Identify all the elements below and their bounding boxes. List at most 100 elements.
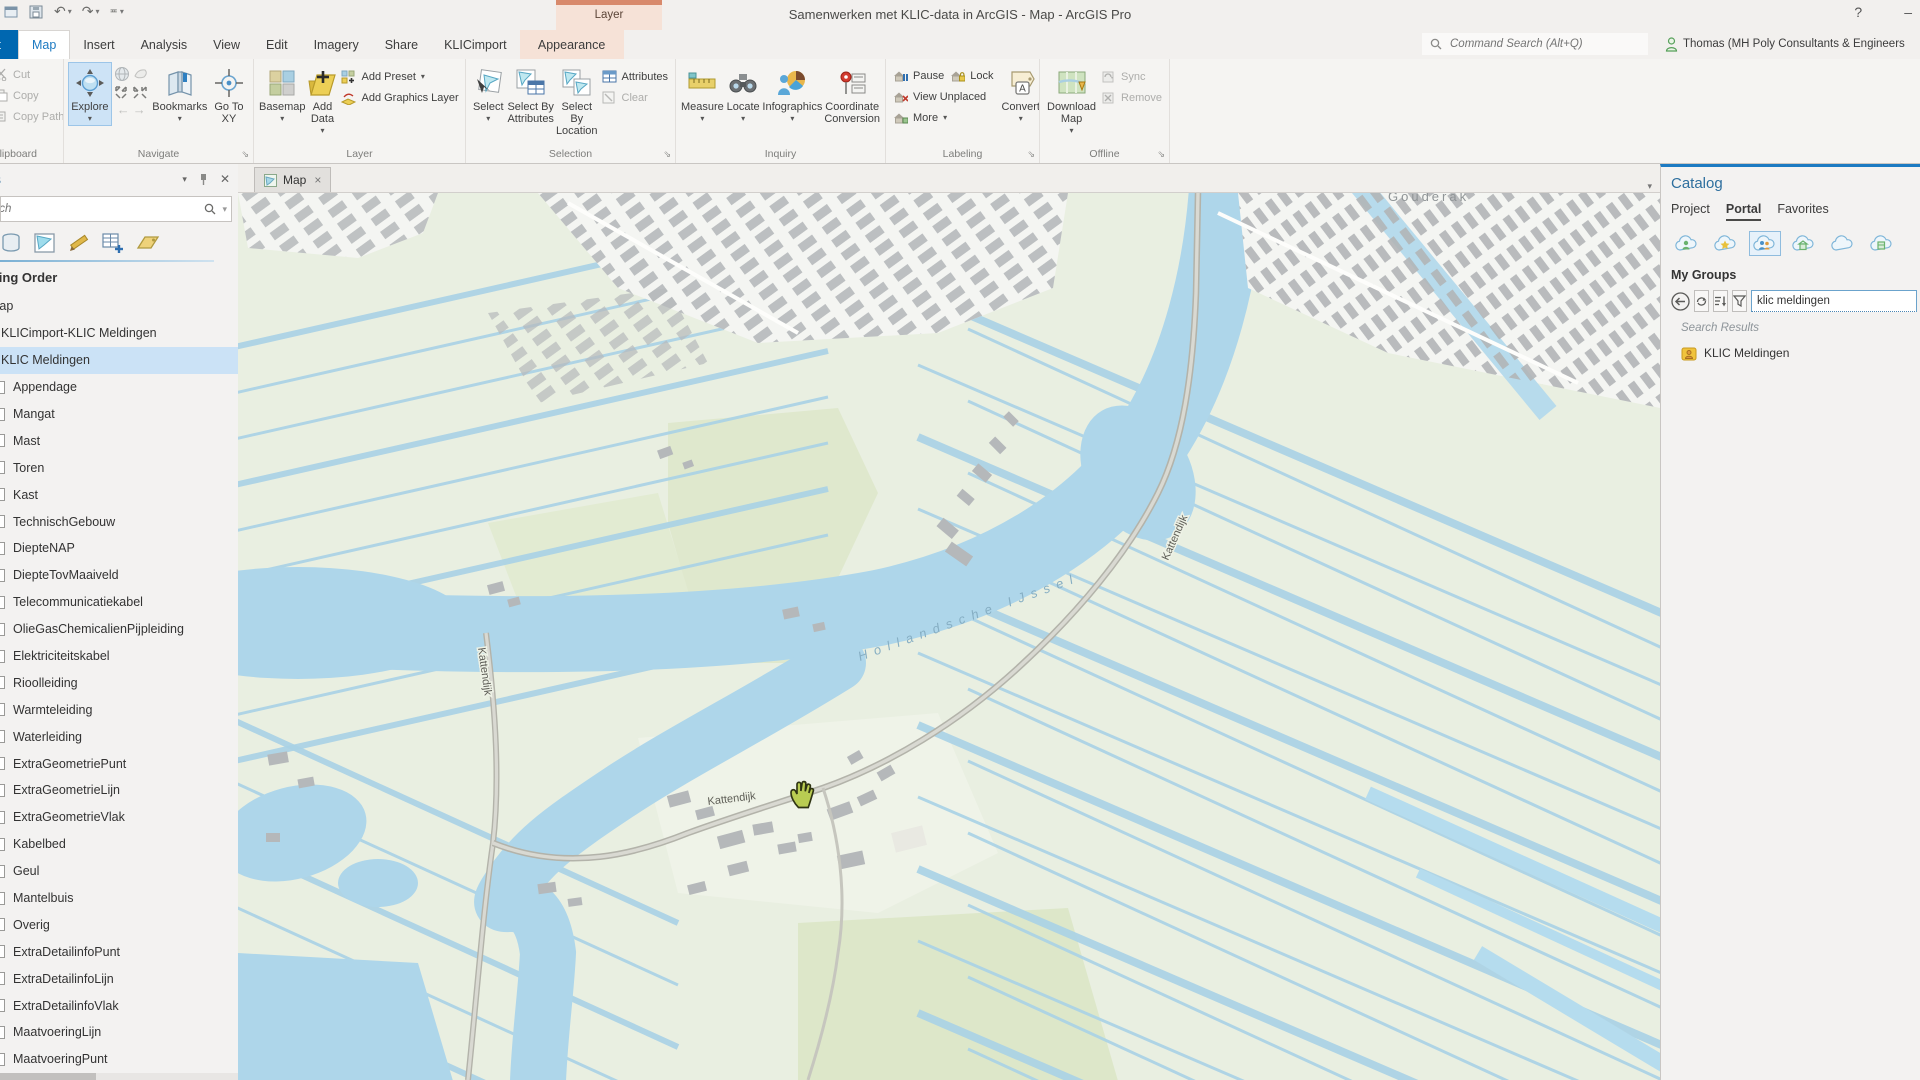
database-icon[interactable] xyxy=(0,232,22,254)
layer-item[interactable]: Appendage xyxy=(0,374,238,401)
layer-visibility-checkbox[interactable] xyxy=(0,434,5,447)
pin-icon[interactable] xyxy=(199,173,208,185)
layer-item[interactable]: DiepteNAP xyxy=(0,535,238,562)
layer-item[interactable]: DiepteTovMaaiveld xyxy=(0,562,238,589)
layer-item[interactable]: ExtraGeometriePunt xyxy=(0,750,238,777)
layer-item[interactable]: Kabelbed xyxy=(0,831,238,858)
layer-visibility-checkbox[interactable] xyxy=(0,488,5,501)
organization-cloud-icon[interactable] xyxy=(1788,231,1820,256)
layer-item[interactable]: Geul xyxy=(0,858,238,885)
help-button[interactable]: ? xyxy=(1854,4,1862,20)
filter-button[interactable] xyxy=(1732,290,1747,312)
groups-cloud-icon[interactable] xyxy=(1749,231,1781,256)
layer-item[interactable]: Rioolleiding xyxy=(0,669,238,696)
select-by-attributes-button[interactable]: Select By Attributes xyxy=(506,62,554,126)
layer-item[interactable]: Kast xyxy=(0,481,238,508)
layer-visibility-checkbox[interactable] xyxy=(0,381,5,394)
layer-item[interactable]: Waterleiding xyxy=(0,723,238,750)
layer-item[interactable]: MaatvoeringLijn xyxy=(0,1019,238,1046)
layer-item[interactable]: Map xyxy=(0,293,238,320)
measure-button[interactable]: Measure ▾ xyxy=(680,62,725,126)
previous-extent-globe-icon[interactable] xyxy=(133,66,149,82)
command-search[interactable] xyxy=(1422,33,1648,55)
catalog-tab[interactable]: Project xyxy=(1671,202,1710,221)
view-list-caret-icon[interactable]: ▾ xyxy=(1647,181,1652,192)
convert-labels-button[interactable]: A Convert ▾ xyxy=(1000,62,1040,126)
layer-visibility-checkbox[interactable] xyxy=(0,757,5,770)
favorites-cloud-icon[interactable] xyxy=(1710,231,1742,256)
command-search-input[interactable] xyxy=(1448,37,1622,51)
fixed-zoom-icons[interactable] xyxy=(114,85,148,99)
add-data-button[interactable]: Add Data ▾ xyxy=(306,62,338,138)
layer-item[interactable]: KLICimport-KLIC Meldingen xyxy=(0,320,238,347)
ribbon-tab[interactable]: Map xyxy=(18,30,70,59)
layer-visibility-checkbox[interactable] xyxy=(0,569,5,582)
layer-visibility-checkbox[interactable] xyxy=(0,623,5,636)
cut-button[interactable]: Cut xyxy=(0,64,64,85)
layer-visibility-checkbox[interactable] xyxy=(0,865,5,878)
add-preset-button[interactable]: Add Preset▾ xyxy=(338,66,461,87)
layer-visibility-checkbox[interactable] xyxy=(0,1026,5,1039)
ribbon-tab[interactable]: Imagery xyxy=(301,30,372,59)
map-canvas[interactable]: Gouderak Hollandsche IJssel Kattendijk K… xyxy=(238,193,1660,1080)
layer-item[interactable]: ExtraGeometrieLijn xyxy=(0,777,238,804)
ribbon-tab[interactable]: Insert xyxy=(70,30,127,59)
close-pane-icon[interactable]: ✕ xyxy=(220,172,230,186)
locate-button[interactable]: Locate ▾ xyxy=(725,62,762,126)
next-extent-icon[interactable]: → xyxy=(133,102,146,117)
layer-visibility-checkbox[interactable] xyxy=(0,542,5,555)
layer-item[interactable]: Warmteleiding xyxy=(0,696,238,723)
layer-item[interactable]: ExtraDetailinfoVlak xyxy=(0,992,238,1019)
infographics-button[interactable]: Infographics ▾ xyxy=(761,62,823,126)
basemap-button[interactable]: Basemap ▾ xyxy=(258,62,306,126)
layer-item[interactable]: Mangat xyxy=(0,401,238,428)
search-result-item[interactable]: KLIC Meldingen xyxy=(1681,342,1910,364)
close-view-icon[interactable]: × xyxy=(314,173,321,187)
remove-button[interactable]: Remove xyxy=(1099,87,1165,108)
layer-item[interactable]: Elektriciteitskabel xyxy=(0,643,238,670)
layer-visibility-checkbox[interactable] xyxy=(0,596,5,609)
contents-search[interactable]: ▾ xyxy=(0,196,232,222)
labeling-lock-button[interactable]: Lock xyxy=(947,65,996,86)
layer-visibility-checkbox[interactable] xyxy=(0,461,5,474)
navigate-dialog-launcher[interactable]: ⇘ xyxy=(241,149,249,160)
new-table-icon[interactable] xyxy=(102,232,124,254)
copy-button[interactable]: Copy xyxy=(0,85,64,106)
layer-visibility-checkbox[interactable] xyxy=(0,650,5,663)
sort-button[interactable] xyxy=(1713,290,1728,312)
layer-visibility-checkbox[interactable] xyxy=(0,676,5,689)
offline-dialog-launcher[interactable]: ⇘ xyxy=(1157,149,1165,160)
select-by-location-button[interactable]: Select By Location xyxy=(555,62,599,138)
labeling-more-button[interactable]: More▾ xyxy=(890,107,996,128)
tab-project[interactable]: Project xyxy=(0,30,18,59)
layer-visibility-checkbox[interactable] xyxy=(0,1053,5,1066)
ribbon-tab[interactable]: KLICimport xyxy=(431,30,520,59)
explore-button[interactable]: Explore ▾ xyxy=(68,62,112,126)
contents-search-input[interactable] xyxy=(0,202,177,216)
catalog-tab[interactable]: Portal xyxy=(1726,202,1761,221)
add-graphics-layer-button[interactable]: Add Graphics Layer xyxy=(338,87,461,108)
view-unplaced-button[interactable]: View Unplaced xyxy=(890,86,996,107)
layer-visibility-checkbox[interactable] xyxy=(0,838,5,851)
new-map-icon[interactable] xyxy=(34,232,56,254)
group-search-input[interactable] xyxy=(1751,290,1917,312)
back-button[interactable] xyxy=(1671,291,1690,312)
layer-visibility-checkbox[interactable] xyxy=(0,408,5,421)
pane-menu-caret-icon[interactable]: ▾ xyxy=(182,174,187,185)
layer-item[interactable]: ExtraGeometrieVlak xyxy=(0,804,238,831)
layer-visibility-checkbox[interactable] xyxy=(0,784,5,797)
refresh-button[interactable] xyxy=(1694,290,1709,312)
arcgis-online-cloud-icon[interactable] xyxy=(1827,231,1859,256)
my-content-cloud-icon[interactable] xyxy=(1671,231,1703,256)
layer-visibility-checkbox[interactable] xyxy=(0,515,5,528)
sync-button[interactable]: Sync xyxy=(1099,66,1165,87)
coordinate-conversion-button[interactable]: Coordinate Conversion xyxy=(823,62,881,126)
select-button[interactable]: Select ▾ xyxy=(470,62,506,126)
catalog-tab[interactable]: Favorites xyxy=(1777,202,1828,221)
layer-item[interactable]: Toren xyxy=(0,454,238,481)
layer-item[interactable]: Mast xyxy=(0,427,238,454)
layer-item[interactable]: KLIC Meldingen xyxy=(0,347,238,374)
layer-item[interactable]: TechnischGebouw xyxy=(0,508,238,535)
ribbon-tab[interactable]: View xyxy=(200,30,253,59)
copy-path-button[interactable]: Copy Path xyxy=(0,106,64,127)
